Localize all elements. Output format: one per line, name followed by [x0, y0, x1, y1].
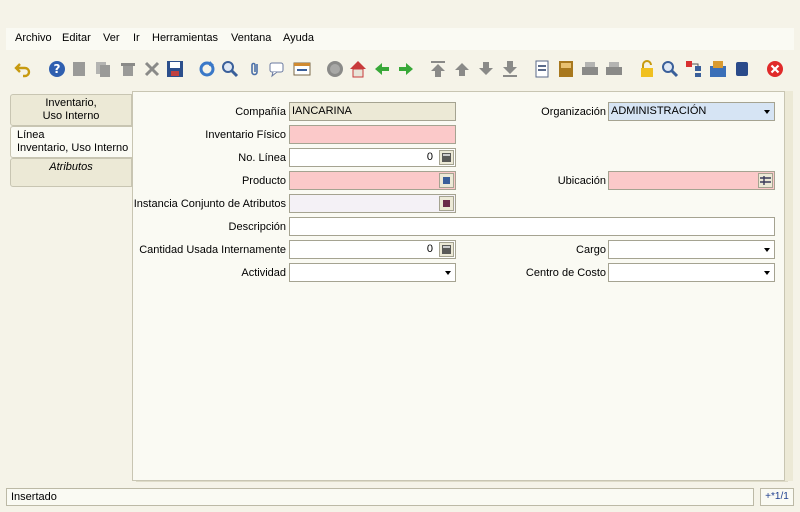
- back-icon[interactable]: [373, 60, 391, 78]
- calculator-icon[interactable]: [439, 242, 454, 257]
- producto-label: Producto: [241, 175, 286, 187]
- menu-ir[interactable]: Ir: [133, 32, 140, 44]
- next-record-icon[interactable]: [477, 60, 495, 78]
- actividad-label: Actividad: [241, 267, 286, 279]
- producto-field[interactable]: [289, 171, 456, 190]
- close-icon[interactable]: [766, 60, 784, 78]
- archive-icon[interactable]: [557, 60, 575, 78]
- svg-text:?: ?: [54, 62, 61, 76]
- organizacion-value: ADMINISTRACIÓN: [611, 105, 707, 117]
- delete-selection-icon[interactable]: [143, 60, 161, 78]
- cantidad-usada-value: 0: [426, 243, 433, 255]
- form-panel: [132, 91, 785, 481]
- attribute-set-icon[interactable]: [439, 196, 454, 211]
- home-icon[interactable]: [349, 60, 367, 78]
- cantidad-usada-field[interactable]: 0: [289, 240, 456, 259]
- cargo-label: Cargo: [576, 244, 606, 256]
- product-search-icon[interactable]: [439, 173, 454, 188]
- compania-field[interactable]: IANCARINA: [289, 102, 456, 121]
- delete-icon[interactable]: [119, 60, 137, 78]
- menu-ventana[interactable]: Ventana: [231, 32, 271, 44]
- undo-icon[interactable]: [14, 60, 32, 78]
- tab-label: Atributos: [49, 161, 93, 173]
- refresh-icon[interactable]: [198, 60, 216, 78]
- history-icon[interactable]: [326, 60, 344, 78]
- organizacion-select[interactable]: ADMINISTRACIÓN: [608, 102, 775, 121]
- inventario-fisico-label: Inventario Físico: [205, 129, 286, 141]
- menu-bar: Archivo Editar Ver Ir Herramientas Venta…: [6, 28, 794, 50]
- cantidad-usada-label: Cantidad Usada Internamente: [139, 244, 286, 256]
- locator-icon[interactable]: [758, 173, 773, 188]
- last-record-icon[interactable]: [501, 60, 519, 78]
- no-linea-value: 0: [426, 151, 433, 163]
- menu-ver[interactable]: Ver: [103, 32, 120, 44]
- no-linea-field[interactable]: 0: [289, 148, 456, 167]
- ubicacion-field[interactable]: [608, 171, 775, 190]
- chevron-down-icon[interactable]: [761, 242, 773, 257]
- lock-icon[interactable]: [638, 60, 656, 78]
- actividad-select[interactable]: [289, 263, 456, 282]
- centro-costo-select[interactable]: [608, 263, 775, 282]
- compania-value: IANCARINA: [292, 105, 352, 117]
- menu-ayuda[interactable]: Ayuda: [283, 32, 314, 44]
- tab-inventario-uso-interno[interactable]: Inventario, Uso Interno: [10, 94, 132, 126]
- tab-linea-inventario[interactable]: Línea Inventario, Uso Interno: [10, 126, 132, 158]
- descripcion-label: Descripción: [228, 221, 286, 233]
- workflow-icon[interactable]: [685, 60, 703, 78]
- save-icon[interactable]: [166, 60, 184, 78]
- inventario-fisico-field[interactable]: [289, 125, 456, 144]
- cargo-select[interactable]: [608, 240, 775, 259]
- toolbar: ?: [6, 52, 794, 86]
- end-icon[interactable]: [733, 60, 751, 78]
- descripcion-field[interactable]: [289, 217, 775, 236]
- tab-atributos[interactable]: Atributos: [10, 158, 132, 187]
- find-icon[interactable]: [221, 60, 239, 78]
- help-icon[interactable]: ?: [48, 60, 66, 78]
- calculator-icon[interactable]: [439, 150, 454, 165]
- print-icon[interactable]: [605, 60, 623, 78]
- vertical-scrollbar[interactable]: [785, 91, 793, 481]
- instancia-atributos-label: Instancia Conjunto de Atributos: [133, 198, 286, 210]
- chevron-down-icon[interactable]: [761, 265, 773, 280]
- window-top-strip: [0, 0, 800, 28]
- attachment-icon[interactable]: [246, 60, 264, 78]
- status-text: Insertado: [11, 491, 57, 503]
- menu-editar[interactable]: Editar: [62, 32, 91, 44]
- first-record-icon[interactable]: [429, 60, 447, 78]
- print-preview-icon[interactable]: [581, 60, 599, 78]
- previous-record-icon[interactable]: [453, 60, 471, 78]
- compania-label: Compañía: [235, 106, 286, 118]
- grid-toggle-icon[interactable]: [293, 60, 311, 78]
- tab-label-line2: Inventario, Uso Interno: [17, 142, 129, 154]
- no-linea-label: No. Línea: [238, 152, 286, 164]
- tab-label-line1: Línea: [17, 129, 45, 141]
- record-count: +*1/1: [765, 491, 789, 502]
- copy-icon[interactable]: [94, 60, 112, 78]
- status-bar: Insertado: [6, 488, 754, 506]
- zoom-across-icon[interactable]: [661, 60, 679, 78]
- menu-herramientas[interactable]: Herramientas: [152, 32, 218, 44]
- organizacion-label: Organización: [541, 106, 606, 118]
- report-icon[interactable]: [533, 60, 551, 78]
- chevron-down-icon[interactable]: [442, 265, 454, 280]
- chat-icon[interactable]: [268, 60, 286, 78]
- tab-label-line1: Inventario,: [45, 97, 97, 109]
- instancia-atributos-field[interactable]: [289, 194, 456, 213]
- centro-costo-label: Centro de Costo: [525, 267, 606, 279]
- forward-icon[interactable]: [397, 60, 415, 78]
- menu-archivo[interactable]: Archivo: [15, 32, 52, 44]
- record-indicator[interactable]: +*1/1: [760, 488, 794, 506]
- chevron-down-icon[interactable]: [761, 104, 773, 119]
- ubicacion-label: Ubicación: [557, 175, 606, 187]
- product-info-icon[interactable]: [709, 60, 727, 78]
- tab-label-line2: Uso Interno: [42, 110, 100, 122]
- new-record-icon[interactable]: [70, 60, 88, 78]
